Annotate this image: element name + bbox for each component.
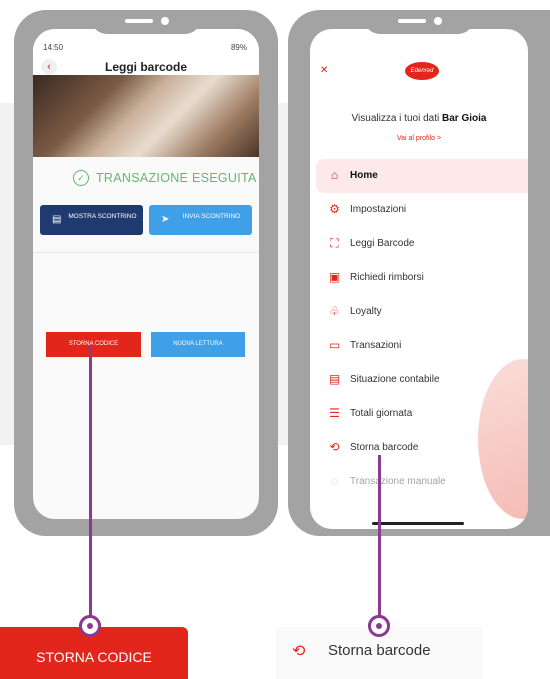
menu-item-totali-giornata[interactable]: ☰ Totali giornata <box>316 397 528 431</box>
status-battery: 89% <box>230 43 247 52</box>
phone-frame-left: 14:50 89% ‹ Leggi barcode ✓ TRANSAZIONE … <box>14 10 278 536</box>
menu-item-label: Impostazioni <box>350 204 407 215</box>
success-text: TRANSAZIONE ESEGUITA <box>96 171 257 185</box>
manual-icon: ◌ <box>330 474 339 488</box>
callout-marker-right-top <box>368 615 390 637</box>
refund-icon: ▣ <box>328 270 341 284</box>
card-icon: ▭ <box>328 338 341 352</box>
new-read-button[interactable]: NUOVA LETTURA <box>151 332 245 357</box>
callout-line-left <box>89 345 92 625</box>
zoom-storna-barcode-label: Storna barcode <box>328 642 431 659</box>
show-receipt-button[interactable]: ▤ MOSTRA SCONTRINO <box>40 205 143 235</box>
loyalty-icon: ♧ <box>329 304 340 318</box>
side-menu: ⌂ Home ⚙ Impostazioni ⛶ Leggi Barcode ▣ … <box>316 159 528 499</box>
phone-notch <box>91 10 201 34</box>
show-receipt-label: MOSTRA SCONTRINO <box>68 213 137 220</box>
menu-item-richiedi-rimborsi[interactable]: ▣ Richiedi rimborsi <box>316 261 528 295</box>
menu-item-label: Storna barcode <box>350 442 419 453</box>
phone-notch <box>364 10 474 34</box>
menu-item-loyalty[interactable]: ♧ Loyalty <box>316 295 528 329</box>
profile-link[interactable]: Vai al profilo > <box>310 135 528 142</box>
storna-codice-button[interactable]: STORNA CODICE <box>46 332 141 357</box>
menu-item-leggi-barcode[interactable]: ⛶ Leggi Barcode <box>316 227 528 261</box>
receipt-icon: ▤ <box>52 214 62 225</box>
merchant-name: Bar Gioia <box>441 113 487 124</box>
menu-item-transazioni[interactable]: ▭ Transazioni <box>316 329 528 363</box>
page-title: Leggi barcode <box>104 60 187 74</box>
list-icon: ☰ <box>329 406 340 420</box>
receipt-photo <box>33 75 259 157</box>
menu-item-label: Richiedi rimborsi <box>350 272 424 283</box>
ledger-icon: ▤ <box>328 372 341 386</box>
menu-item-label: Transazioni <box>350 340 402 351</box>
storna-barcode-icon: ⟲ <box>292 643 306 660</box>
menu-screen: ✕ Edenred Visualizza i tuoi dati Bar Gio… <box>310 29 528 529</box>
menu-item-situazione-contabile[interactable]: ▤ Situazione contabile <box>316 363 528 397</box>
menu-item-label: Transazione manuale <box>350 476 446 487</box>
success-message: ✓ TRANSAZIONE ESEGUITA <box>33 169 259 189</box>
menu-item-storna-barcode[interactable]: ⟲ Storna barcode <box>316 431 528 465</box>
menu-item-label: Loyalty <box>350 306 382 317</box>
send-icon: ➤ <box>161 214 170 225</box>
divider <box>33 252 259 253</box>
callout-marker-left-top <box>79 615 101 637</box>
greeting: Visualizza i tuoi dati Bar Gioia <box>310 113 528 124</box>
android-nav-bar <box>33 503 259 519</box>
gear-icon: ⚙ <box>329 202 340 216</box>
menu-item-label: Leggi Barcode <box>350 238 415 249</box>
menu-item-label: Situazione contabile <box>350 374 440 385</box>
menu-item-impostazioni[interactable]: ⚙ Impostazioni <box>316 193 528 227</box>
send-receipt-button[interactable]: ➤ INVIA SCONTRINO <box>149 205 252 235</box>
edenred-logo: Edenred <box>405 62 439 80</box>
check-circle-icon: ✓ <box>73 170 89 186</box>
callout-line-right <box>378 455 381 625</box>
zoom-storna-codice-label: STORNA CODICE <box>36 649 152 665</box>
close-icon[interactable]: ✕ <box>320 65 328 76</box>
menu-item-transazione-manuale[interactable]: ◌ Transazione manuale <box>316 465 528 499</box>
greeting-prefix: Visualizza i tuoi dati <box>351 113 440 124</box>
menu-item-label: Totali giornata <box>350 408 413 419</box>
barcode-screen: 14:50 89% ‹ Leggi barcode ✓ TRANSAZIONE … <box>33 29 259 519</box>
barcode-icon: ⛶ <box>330 236 339 250</box>
home-indicator <box>372 522 464 525</box>
phone-frame-right: ✕ Edenred Visualizza i tuoi dati Bar Gio… <box>288 10 550 536</box>
status-time: 14:50 <box>43 43 64 52</box>
home-icon: ⌂ <box>330 168 339 182</box>
send-receipt-label: INVIA SCONTRINO <box>182 213 241 220</box>
storna-barcode-icon: ⟲ <box>329 440 340 454</box>
menu-item-label: Home <box>350 170 378 181</box>
menu-item-home[interactable]: ⌂ Home <box>316 159 528 193</box>
